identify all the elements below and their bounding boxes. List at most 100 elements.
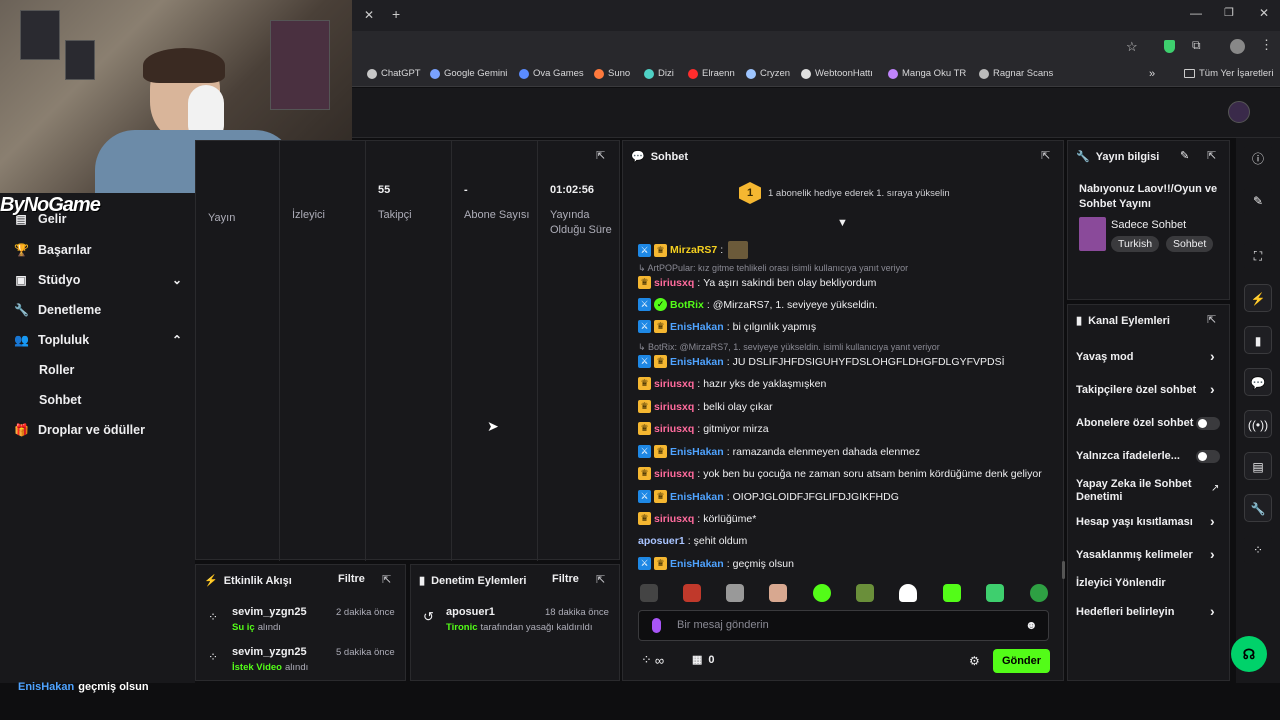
emote-icon[interactable] [856,584,874,602]
sidebar-subitem-sohbet[interactable]: Sohbet [39,393,81,407]
event-user[interactable]: aposuer1 [446,606,495,618]
popout-icon[interactable]: ⇱ [1207,313,1220,326]
chevron-right-icon[interactable]: › [1210,513,1215,529]
gear-icon[interactable]: ⚙ [969,654,980,668]
channel-action-account-age[interactable]: Hesap yaşı kısıtlaması [1076,516,1226,529]
chevron-right-icon[interactable]: › [1210,348,1215,364]
chat-username[interactable]: EnisHakan [670,356,724,368]
star-icon[interactable]: ☆ [1126,39,1138,55]
emote-icon[interactable] [726,584,744,602]
category-name[interactable]: Sadece Sohbet [1111,219,1186,231]
document-icon[interactable]: ▮ [1244,326,1272,354]
chevron-right-icon[interactable]: › [1210,381,1215,397]
microphone-icon[interactable] [652,618,661,633]
event-user[interactable]: sevim_yzgn25 [232,606,307,618]
wrench-icon[interactable]: 🔧 [1244,494,1272,522]
bookmark-dizi[interactable]: Dizi [644,68,674,79]
minimize-icon[interactable]: — [1190,6,1202,20]
sidebar-item-basarilar[interactable]: 🏆 Başarılar [14,243,92,257]
sidebar-item-studyo[interactable]: ▣ Stüdyo ⌄ [14,273,182,287]
chat-username[interactable]: siriusxq [654,423,694,435]
browser-menu-icon[interactable]: ⋮ [1260,37,1273,53]
bookmark-elraenn[interactable]: Elraenn [688,68,735,79]
shield-extension-icon[interactable] [1164,40,1175,53]
emote-icon[interactable] [986,584,1004,602]
channel-action-goals[interactable]: Hedefleri belirleyin [1076,606,1226,619]
sidebar-subitem-roller[interactable]: Roller [39,363,74,377]
external-link-icon[interactable]: ↗ [1211,483,1219,494]
gift-points-button[interactable]: ▦ 0 [692,653,715,667]
popout-icon[interactable]: ⇱ [596,573,609,586]
chat-username[interactable]: siriusxq [654,401,694,413]
emote-icon[interactable] [683,584,701,602]
channel-avatar[interactable] [1228,101,1250,123]
close-tab-icon[interactable]: ✕ [364,8,374,22]
chevron-right-icon[interactable]: › [1210,603,1215,619]
chat-username[interactable]: aposuer1 [638,535,685,547]
channel-action-ai-moderation[interactable]: Yapay Zeka ile Sohbet Denetimi [1076,478,1206,504]
chat-username[interactable]: siriusxq [654,468,694,480]
extensions-icon[interactable]: ⧉ [1192,38,1201,53]
close-window-icon[interactable]: ✕ [1259,6,1269,20]
send-button[interactable]: Gönder [993,649,1050,673]
chat-scrollbar[interactable] [1062,561,1065,579]
bookmark-ova-games[interactable]: Ova Games [519,68,584,79]
sidebar-item-topluluk[interactable]: 👥 Topluluk ⌃ [14,333,182,347]
emoji-icon[interactable]: ☻ [1025,618,1038,632]
chat-username[interactable]: EnisHakan [670,491,724,503]
chat-username[interactable]: EnisHakan [670,558,724,570]
popout-icon[interactable]: ⇱ [1207,149,1220,162]
bookmark-chatgpt[interactable]: ChatGPT [367,68,421,79]
channel-action-slow-mode[interactable]: Yavaş mod [1076,351,1226,364]
profile-avatar[interactable] [1230,39,1245,54]
more-bookmarks-icon[interactable]: » [1149,68,1155,80]
bookmark-webtoonhatti[interactable]: WebtoonHattı [801,68,873,79]
emote-icon[interactable] [813,584,831,602]
chat-username[interactable]: MirzaRS7 [670,244,717,256]
channel-action-raid[interactable]: İzleyici Yönlendir [1076,577,1226,590]
emote-icon[interactable] [943,584,961,602]
bolt-icon[interactable]: ⚡ [1244,284,1272,312]
chat-username[interactable]: siriusxq [654,277,694,289]
chat-bubble-icon[interactable]: 💬 [1244,368,1272,396]
filter-button[interactable]: Filtre [552,573,579,585]
chat-username[interactable]: BotRix [670,299,704,311]
subscribers-only-toggle[interactable] [1196,417,1220,430]
bookmark-gemini[interactable]: Google Gemini [430,68,507,79]
bookmarks-folder[interactable]: Tüm Yer İşaretleri [1184,68,1273,79]
info-icon[interactable]: ⓘ [1244,145,1272,173]
channel-action-banned-words[interactable]: Yasaklanmış kelimeler [1076,549,1226,562]
emote-icon[interactable] [640,584,658,602]
bookmark-manga-oku[interactable]: Manga Oku TR [888,68,966,79]
emote-icon[interactable] [1030,584,1048,602]
chat-username[interactable]: siriusxq [654,378,694,390]
chat-username[interactable]: EnisHakan [670,321,724,333]
maximize-icon[interactable]: ❐ [1224,6,1234,19]
pencil-icon[interactable]: ✎ [1244,187,1272,215]
broadcast-icon[interactable]: ((•)) [1244,410,1272,438]
chat-username[interactable]: EnisHakan [670,446,724,458]
sidebar-item-droplar[interactable]: 🎁 Droplar ve ödüller [14,423,145,437]
panel-icon[interactable]: ▤ [1244,452,1272,480]
bookmark-ragnar-scans[interactable]: Ragnar Scans [979,68,1053,79]
reply-context[interactable]: ↳ ArtPOPular: kız gitme tehlikeli orası … [638,263,908,274]
popout-icon[interactable]: ⇱ [1041,149,1054,162]
pinned-gift-text[interactable]: 1 abonelik hediye ederek 1. sıraya yükse… [768,188,950,199]
bookmark-cryzen[interactable]: Cryzen [746,68,790,79]
chevron-right-icon[interactable]: › [1210,546,1215,562]
edit-pencil-icon[interactable]: ✎ [1180,149,1189,162]
channel-action-followers-only[interactable]: Takipçilere özel sohbet [1076,384,1226,397]
chat-username[interactable]: siriusxq [654,513,694,525]
bookmark-suno[interactable]: Suno [594,68,630,79]
sidebar-item-denetleme[interactable]: 🔧 Denetleme [14,303,101,317]
emote-icon[interactable] [769,584,787,602]
emote-icon[interactable] [899,584,917,602]
popout-icon[interactable]: ⇱ [382,573,395,586]
reply-context[interactable]: ↳ BotRix: @MirzaRS7, 1. seviyeye yükseld… [638,342,940,353]
emotes-only-toggle[interactable] [1196,450,1220,463]
channel-points-button[interactable]: ⁘ ∞ [641,652,664,668]
kick-logo-icon[interactable]: ⁘ [1244,536,1272,564]
screenshot-icon[interactable]: ⛶ [1244,242,1272,270]
event-user[interactable]: sevim_yzgn25 [232,646,307,658]
filter-icon[interactable]: ▼ [837,217,848,229]
